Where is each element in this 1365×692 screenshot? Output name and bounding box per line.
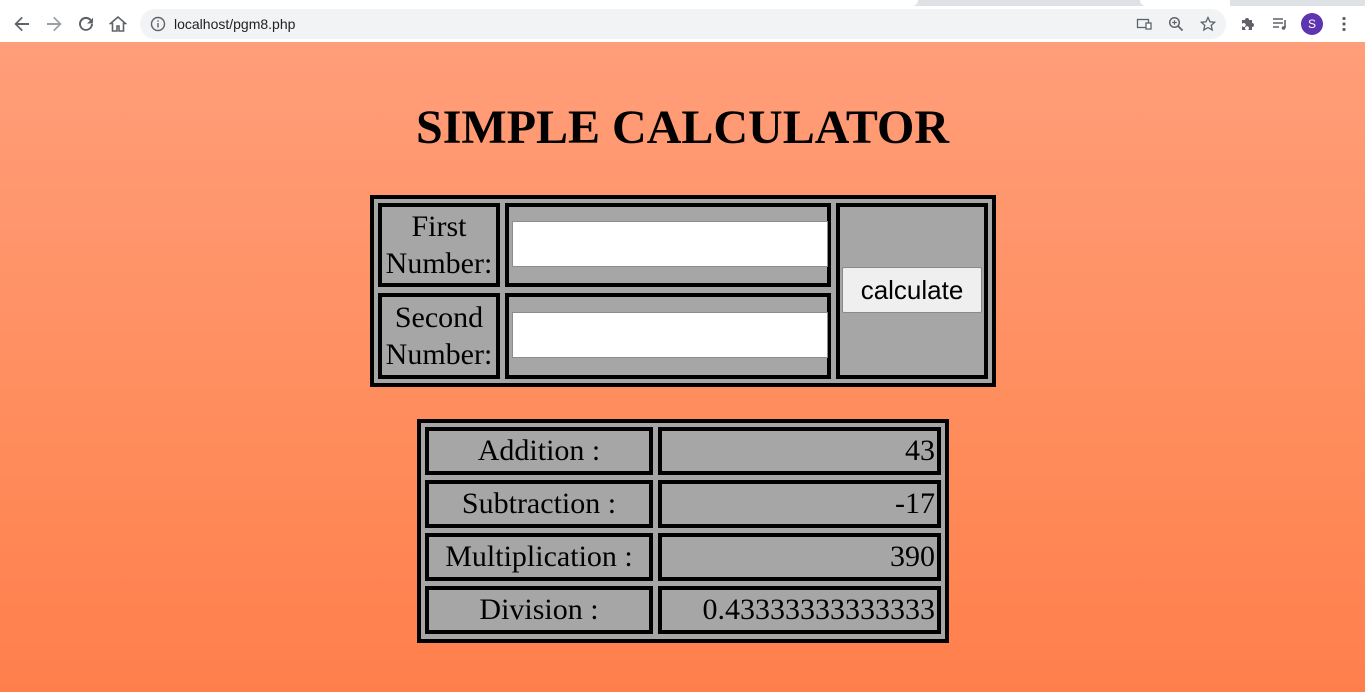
back-arrow-icon xyxy=(14,16,29,32)
multiplication-value: 390 xyxy=(658,533,941,581)
address-bar[interactable]: localhost/pgm8.php xyxy=(140,9,1226,39)
profile-avatar[interactable]: S xyxy=(1301,13,1323,35)
bookmark-star-icon[interactable] xyxy=(1200,16,1216,32)
back-button[interactable] xyxy=(10,12,34,36)
browser-toolbar: localhost/pgm8.php S xyxy=(0,6,1365,42)
addition-label: Addition : xyxy=(425,427,653,475)
page-title: SIMPLE CALCULATOR xyxy=(416,101,949,154)
menu-dots-icon[interactable] xyxy=(1334,14,1354,34)
home-icon xyxy=(109,15,127,32)
forward-button[interactable] xyxy=(42,12,66,36)
division-value: 0.43333333333333 xyxy=(658,586,941,634)
reload-button[interactable] xyxy=(74,12,98,36)
info-icon[interactable] xyxy=(150,16,166,32)
first-number-input[interactable] xyxy=(512,221,828,267)
calculate-button[interactable]: calculate xyxy=(842,267,982,313)
extensions-puzzle-icon[interactable] xyxy=(1238,14,1258,34)
subtraction-label: Subtraction : xyxy=(425,480,653,528)
input-form-table: First Number: Second Number: calculate xyxy=(370,195,996,387)
browser-chrome: localhost/pgm8.php S xyxy=(0,0,1365,42)
first-number-cell xyxy=(505,203,831,287)
second-number-input[interactable] xyxy=(512,312,828,358)
url-text[interactable]: localhost/pgm8.php xyxy=(174,16,295,32)
forward-arrow-icon xyxy=(47,16,62,32)
zoom-icon[interactable] xyxy=(1168,16,1184,32)
home-button[interactable] xyxy=(106,12,130,36)
division-label: Division : xyxy=(425,586,653,634)
calculate-cell: calculate xyxy=(836,203,988,379)
multiplication-label: Multiplication : xyxy=(425,533,653,581)
reload-icon xyxy=(79,16,93,31)
second-number-cell xyxy=(505,293,831,379)
media-queue-icon[interactable] xyxy=(1270,14,1290,34)
page-content: SIMPLE CALCULATOR First Number: Second N… xyxy=(0,42,1365,692)
first-number-label: First Number: xyxy=(378,203,500,287)
addition-value: 43 xyxy=(658,427,941,475)
second-number-label: Second Number: xyxy=(378,293,500,379)
subtraction-value: -17 xyxy=(658,480,941,528)
results-table: Addition : 43 Subtraction : -17 Multipli… xyxy=(417,419,949,643)
cast-icon[interactable] xyxy=(1136,16,1152,32)
